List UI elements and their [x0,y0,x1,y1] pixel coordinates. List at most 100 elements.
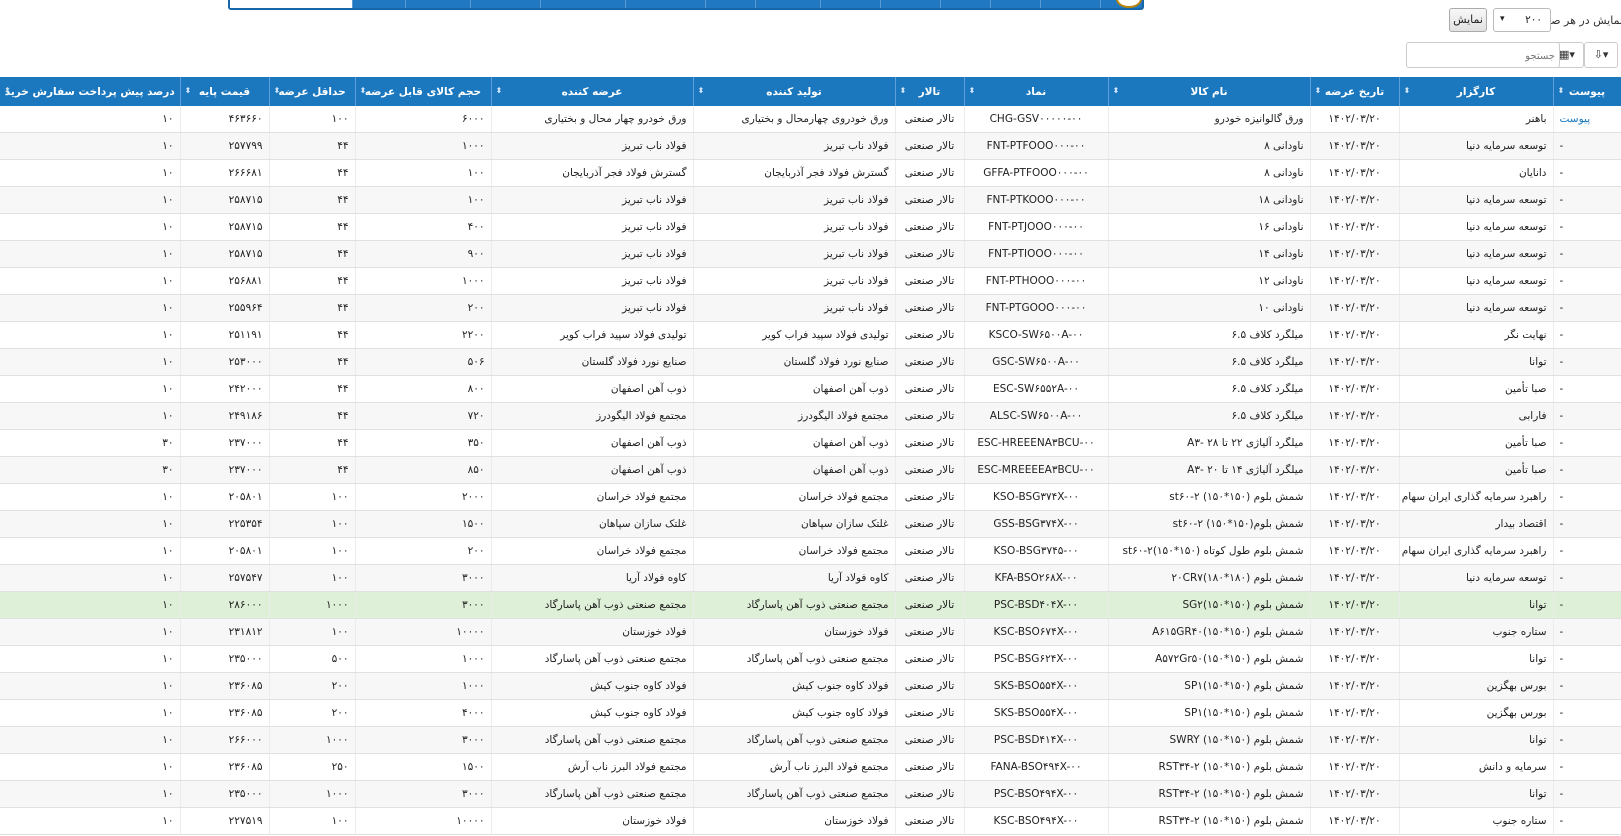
column-title: پیوست [1568,85,1606,98]
col-broker-header[interactable]: کارگزار ⬍ [1399,77,1554,106]
col-attachment-cell: - [1553,348,1621,376]
table-row[interactable]: - توسعه سرمایه دنیا ۱۴۰۲/۰۳/۲۰ ناودانی ۱۴ FN… [0,240,1621,268]
col-producer-cell: مجتمع فولاد خراسان [693,483,896,511]
col-volume-cell: ۶۰۰۰ [355,106,492,133]
col-producer-cell: کاوه فولاد آریا [693,564,896,592]
col-producer-cell: ذوب آهن اصفهان [693,456,896,484]
col-prepayment-percent-header[interactable]: درصد پیش پرداخت سفارش خرید ⬍ [0,77,181,106]
col-volume-cell: ۴۰۰۰ [355,699,492,727]
column-title: نام کالا [1190,85,1228,98]
page-size-select[interactable]: ۲۰۰ ▾ [1493,8,1551,32]
col-base-price-cell: ۲۳۶۰۸۵ [180,699,270,727]
col-min-offer-cell: ۲۵۰ [269,753,356,781]
col-broker-cell: صبا تأمین [1399,429,1554,457]
col-attachment-header[interactable]: پیوست ⬍ [1553,77,1621,106]
table-row[interactable]: - توانا ۱۴۰۲/۰۳/۲۰ شمش بلوم (۱۵۰*۱۵۰) SWRY P… [0,726,1621,754]
col-product-name-cell: میلگرد کلاف ۶.۵ [1108,402,1311,430]
table-row[interactable]: - توسعه سرمایه دنیا ۱۴۰۲/۰۳/۲۰ ناودانی ۱۶ FN… [0,213,1621,241]
col-hall-cell: تالار صنعتی [895,348,965,376]
col-volume-cell: ۷۲۰ [355,402,492,430]
col-base-price-cell: ۲۲۷۵۱۹ [180,807,270,835]
col-hall-cell: تالار صنعتی [895,753,965,781]
col-supplier-header[interactable]: عرضه کننده ⬍ [491,77,694,106]
table-row[interactable]: - صبا تأمین ۱۴۰۲/۰۳/۲۰ میلگرد کلاف ۶.۵ ESC-S… [0,375,1621,403]
table-row[interactable]: - توانا ۱۴۰۲/۰۳/۲۰ میلگرد کلاف ۶.۵ GSC-SW۶۵۰… [0,348,1621,376]
table-row[interactable]: - توسعه سرمایه دنیا ۱۴۰۲/۰۳/۲۰ ناودانی ۱۸ FN… [0,186,1621,214]
show-button[interactable]: نمایش [1449,8,1487,32]
col-prepayment-percent-cell: ۱۰ [0,267,181,295]
table-row[interactable]: - ستاره جنوب ۱۴۰۲/۰۳/۲۰ شمش بلوم (۱۵۰*۱۵۰)A… [0,618,1621,646]
table-row[interactable]: - توسعه سرمایه دنیا ۱۴۰۲/۰۳/۲۰ شمش بلوم (۱۸… [0,564,1621,592]
col-symbol-cell: KSCO-SW۶۵۰۰A-۰۰ [964,321,1109,349]
table-row[interactable]: - توانا ۱۴۰۲/۰۳/۲۰ شمش بلوم (۱۵۰*۱۵۰)SG۲ PSC… [0,591,1621,619]
col-min-offer-header[interactable]: حداقل عرضه ⬍ [269,77,356,106]
table-row[interactable]: - فارابی ۱۴۰۲/۰۳/۲۰ میلگرد کلاف ۶.۵ ALSC-SW۶… [0,402,1621,430]
col-base-price-cell: ۲۵۵۹۶۴ [180,294,270,322]
col-prepayment-percent-cell: ۱۰ [0,159,181,187]
col-hall-cell: تالار صنعتی [895,186,965,214]
table-row[interactable]: - راهبرد سرمایه گذاری ایران سهام ۱۴۰۲/۰۳/۲… [0,537,1621,565]
table-search-box[interactable] [1406,42,1560,68]
table-row[interactable]: - توسعه سرمایه دنیا ۱۴۰۲/۰۳/۲۰ ناودانی ۸ FNT… [0,132,1621,160]
col-volume-cell: ۳۰۰۰ [355,591,492,619]
table-row[interactable]: - توسعه سرمایه دنیا ۱۴۰۲/۰۳/۲۰ ناودانی ۱۲ FN… [0,267,1621,295]
col-hall-cell: تالار صنعتی [895,564,965,592]
site-logo-icon[interactable] [1116,0,1142,8]
col-min-offer-cell: ۱۰۰ [269,807,356,835]
col-volume-header[interactable]: حجم کالای قابل عرضه ⬍ [355,77,492,106]
table-row[interactable]: - ستاره جنوب ۱۴۰۲/۰۳/۲۰ شمش بلوم (۱۵۰*۱۵۰) … [0,807,1621,835]
col-offer-date-cell: ۱۴۰۲/۰۳/۲۰ [1310,591,1400,619]
table-row[interactable]: - نهایت نگر ۱۴۰۲/۰۳/۲۰ میلگرد کلاف ۶.۵ KSCO-… [0,321,1621,349]
col-supplier-cell: فولاد ناب تبریز [491,186,694,214]
search-input[interactable] [1413,44,1557,68]
table-row[interactable]: - راهبرد سرمایه گذاری ایران سهام ۱۴۰۲/۰۳/۲… [0,483,1621,511]
col-prepayment-percent-cell: ۱۰ [0,294,181,322]
col-broker-cell: توسعه سرمایه دنیا [1399,132,1554,160]
column-title: کارگزار [1456,85,1496,98]
col-broker-cell: دانایان [1399,159,1554,187]
col-broker-cell: باهنر [1399,106,1554,133]
table-row[interactable]: - دانایان ۱۴۰۲/۰۳/۲۰ ناودانی ۸ GFFA-PTFOOO۰۰… [0,159,1621,187]
export-menu-button[interactable]: ⇩▾ [1584,42,1618,68]
col-base-price-header[interactable]: قیمت پایه ⬍ [180,77,270,106]
col-hall-cell: تالار صنعتی [895,591,965,619]
col-min-offer-cell: ۴۴ [269,429,356,457]
table-row[interactable]: - سرمایه و دانش ۱۴۰۲/۰۳/۲۰ شمش بلوم (۱۵۰*۱۵… [0,753,1621,781]
col-symbol-cell: PSC-BSG۶۲۴X-۰۰ [964,645,1109,673]
col-offer-date-cell: ۱۴۰۲/۰۳/۲۰ [1310,672,1400,700]
col-volume-cell: ۱۰۰۰ [355,267,492,295]
table-row[interactable]: - صبا تأمین ۱۴۰۲/۰۳/۲۰ میلگرد آلیاژی ۲۲ تا … [0,429,1621,457]
col-base-price-cell: ۲۳۷۰۰۰ [180,429,270,457]
table-row[interactable]: - توانا ۱۴۰۲/۰۳/۲۰ شمش بلوم (۱۵۰*۱۵۰)A۵۷۲Gr… [0,645,1621,673]
table-row[interactable]: - صبا تأمین ۱۴۰۲/۰۳/۲۰ میلگرد آلیاژی ۱۴ تا … [0,456,1621,484]
table-row[interactable]: - بورس بهگزین ۱۴۰۲/۰۳/۲۰ شمش بلوم (۱۵۰*۱۵۰)… [0,699,1621,727]
table-row[interactable]: - توسعه سرمایه دنیا ۱۴۰۲/۰۳/۲۰ ناودانی ۱۰ FN… [0,294,1621,322]
col-product-name-cell: شمش بلوم (۱۵۰*۱۵۰)SP۱ [1108,672,1311,700]
col-attachment-cell[interactable]: پیوست [1553,106,1621,133]
table-row[interactable]: - بورس بهگزین ۱۴۰۲/۰۳/۲۰ شمش بلوم (۱۵۰*۱۵۰)… [0,672,1621,700]
col-producer-cell: مجتمع فولاد خراسان [693,537,896,565]
col-attachment-cell: - [1553,213,1621,241]
col-producer-header[interactable]: تولید کننده ⬍ [693,77,896,106]
col-broker-cell: نهایت نگر [1399,321,1554,349]
col-supplier-cell: ورق خودرو چهار محال و بختیاری [491,106,694,133]
col-symbol-header[interactable]: نماد ⬍ [964,77,1109,106]
col-hall-cell: تالار صنعتی [895,240,965,268]
col-offer-date-cell: ۱۴۰۲/۰۳/۲۰ [1310,699,1400,727]
col-supplier-cell: گسترش فولاد فجر آذربایجان [491,159,694,187]
col-product-name-cell: میلگرد کلاف ۶.۵ [1108,375,1311,403]
table-row[interactable]: - توانا ۱۴۰۲/۰۳/۲۰ شمش بلوم (۱۵۰*۱۵۰) ۲-RST… [0,780,1621,808]
col-producer-cell: صنایع نورد فولاد گلستان [693,348,896,376]
col-attachment-cell: - [1553,321,1621,349]
col-attachment-cell: - [1553,618,1621,646]
col-product-name-header[interactable]: نام کالا ⬍ [1108,77,1311,106]
col-offer-date-header[interactable]: تاریخ عرضه ⬍ [1310,77,1400,106]
table-row[interactable]: - اقتصاد بیدار ۱۴۰۲/۰۳/۲۰ شمش بلوم(۱۵۰*۱۵۰)… [0,510,1621,538]
col-symbol-cell: ESC-MREEEEA۳BCU-۰۰ [964,456,1109,484]
col-offer-date-cell: ۱۴۰۲/۰۳/۲۰ [1310,618,1400,646]
top-search-box[interactable] [230,0,352,8]
table-row[interactable]: پیوست باهنر ۱۴۰۲/۰۳/۲۰ ورق گالوانیزه خودرو C… [0,106,1621,133]
attachment-link[interactable]: پیوست [1560,113,1591,125]
col-hall-header[interactable]: تالار ⬍ [895,77,965,106]
col-product-name-cell: شمش بلوم (۱۵۰*۱۵۰)SG۲ [1108,591,1311,619]
